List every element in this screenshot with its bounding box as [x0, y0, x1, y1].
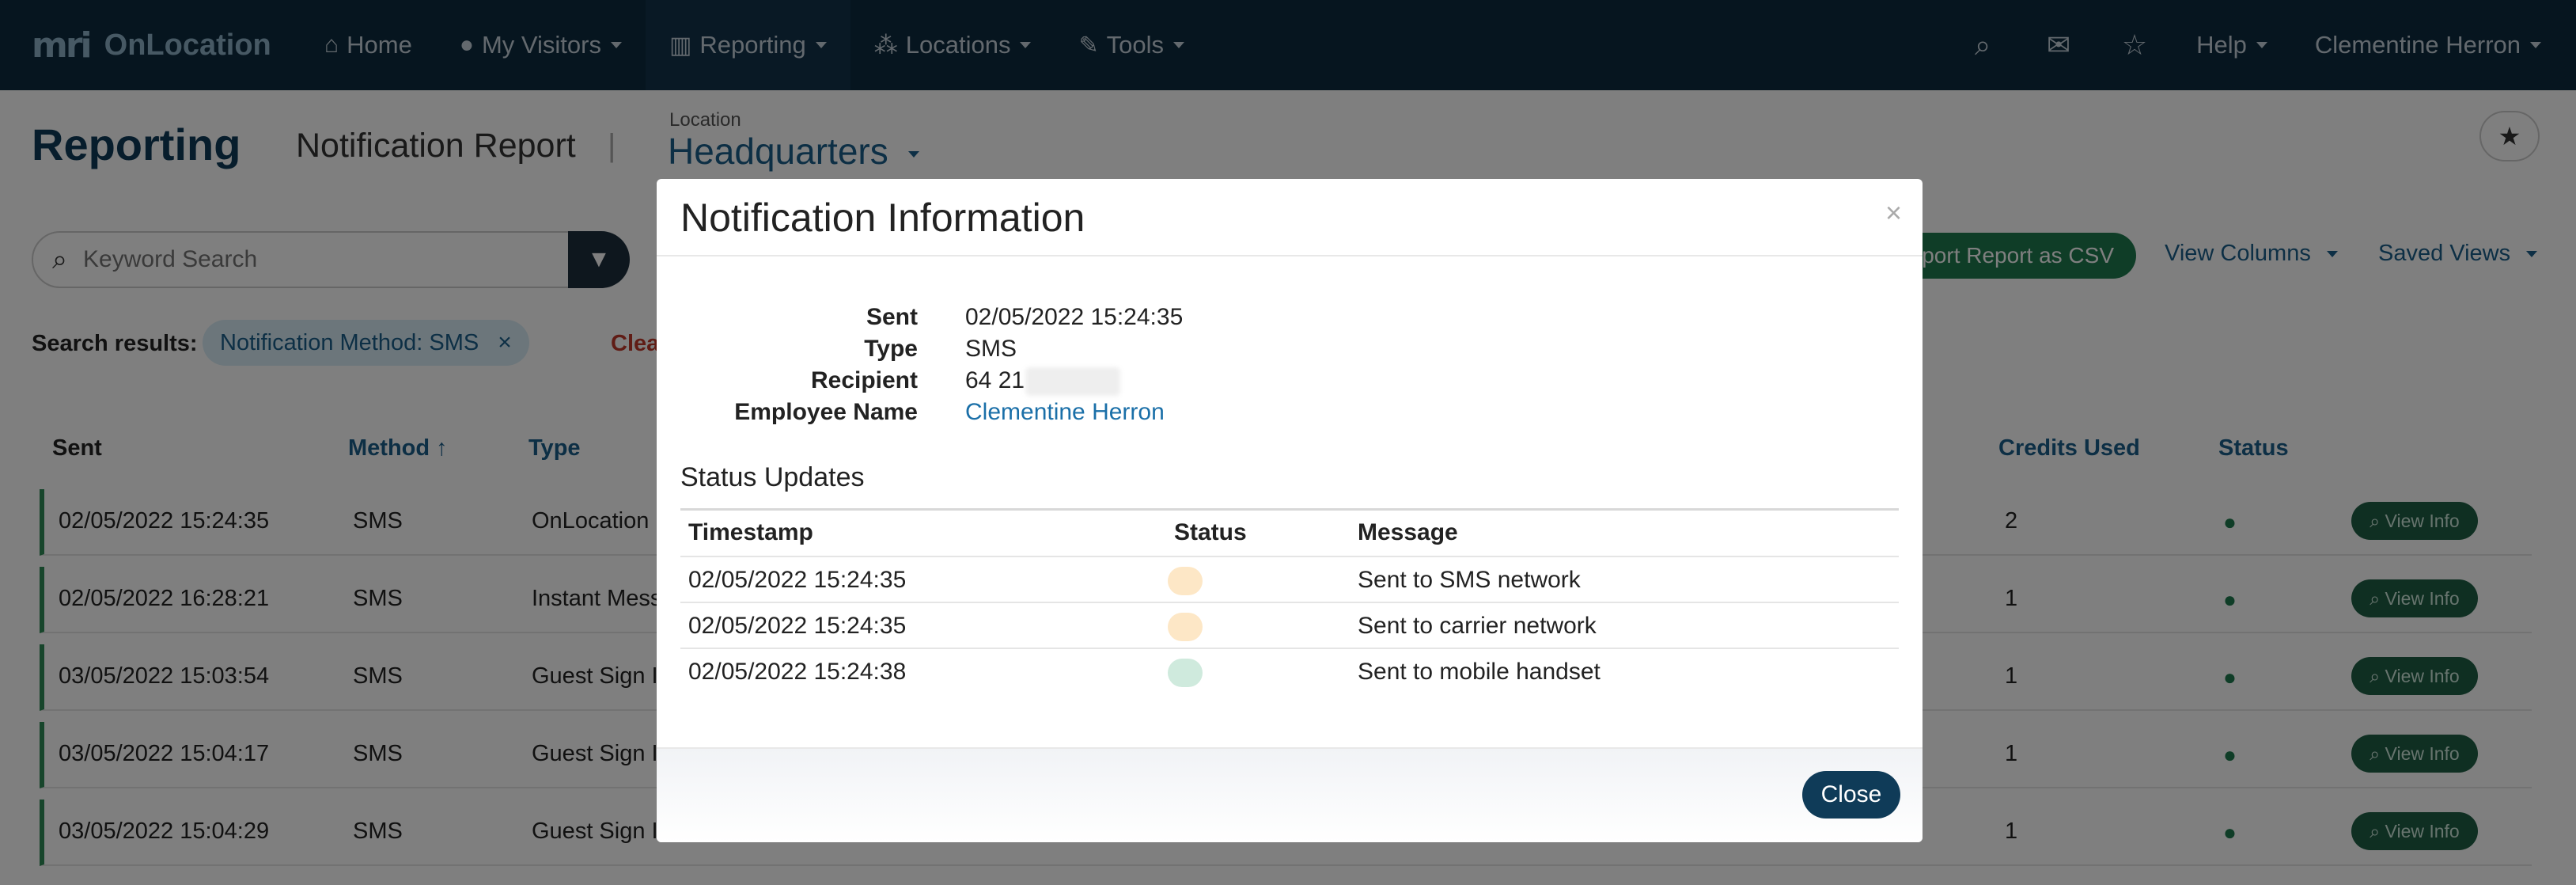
update-timestamp: 02/05/2022 15:24:38: [688, 659, 907, 685]
employee-name-link[interactable]: Clementine Herron: [965, 399, 1165, 426]
modal-footer: Close: [657, 747, 1923, 842]
modal-header-divider: [657, 255, 1923, 256]
updates-header-status: Status: [1174, 519, 1247, 545]
update-message: Sent to mobile handset: [1358, 659, 1601, 685]
recipient-value: 64 21: [965, 367, 1025, 393]
employee-name-label: Employee Name: [734, 399, 918, 425]
update-message: Sent to carrier network: [1358, 613, 1597, 639]
updates-header-timestamp: Timestamp: [688, 519, 813, 545]
update-message: Sent to SMS network: [1358, 567, 1581, 593]
status-update-row: 02/05/2022 15:24:35 Sent to SMS network: [680, 556, 1899, 602]
modal-title: Notification Information: [680, 196, 1085, 240]
status-indicator: [1168, 659, 1203, 687]
close-icon[interactable]: ×: [1885, 196, 1902, 230]
updates-table-top-rule: [680, 508, 1899, 511]
redacted-phone-mask: [1025, 367, 1120, 396]
type-label: Type: [864, 336, 918, 362]
type-value: SMS: [965, 336, 1017, 362]
status-update-row: 02/05/2022 15:24:35 Sent to carrier netw…: [680, 602, 1899, 648]
update-timestamp: 02/05/2022 15:24:35: [688, 567, 907, 593]
updates-header-message: Message: [1358, 519, 1458, 545]
sent-label: Sent: [866, 304, 918, 330]
status-indicator: [1168, 567, 1203, 595]
notification-info-modal: Notification Information × Sent 02/05/20…: [657, 179, 1923, 842]
status-indicator: [1168, 613, 1203, 641]
recipient-label: Recipient: [810, 367, 918, 393]
status-update-row: 02/05/2022 15:24:38 Sent to mobile hands…: [680, 648, 1899, 693]
update-timestamp: 02/05/2022 15:24:35: [688, 613, 907, 639]
sent-value: 02/05/2022 15:24:35: [965, 304, 1184, 330]
status-updates-title: Status Updates: [680, 462, 865, 492]
close-button[interactable]: Close: [1802, 771, 1900, 819]
